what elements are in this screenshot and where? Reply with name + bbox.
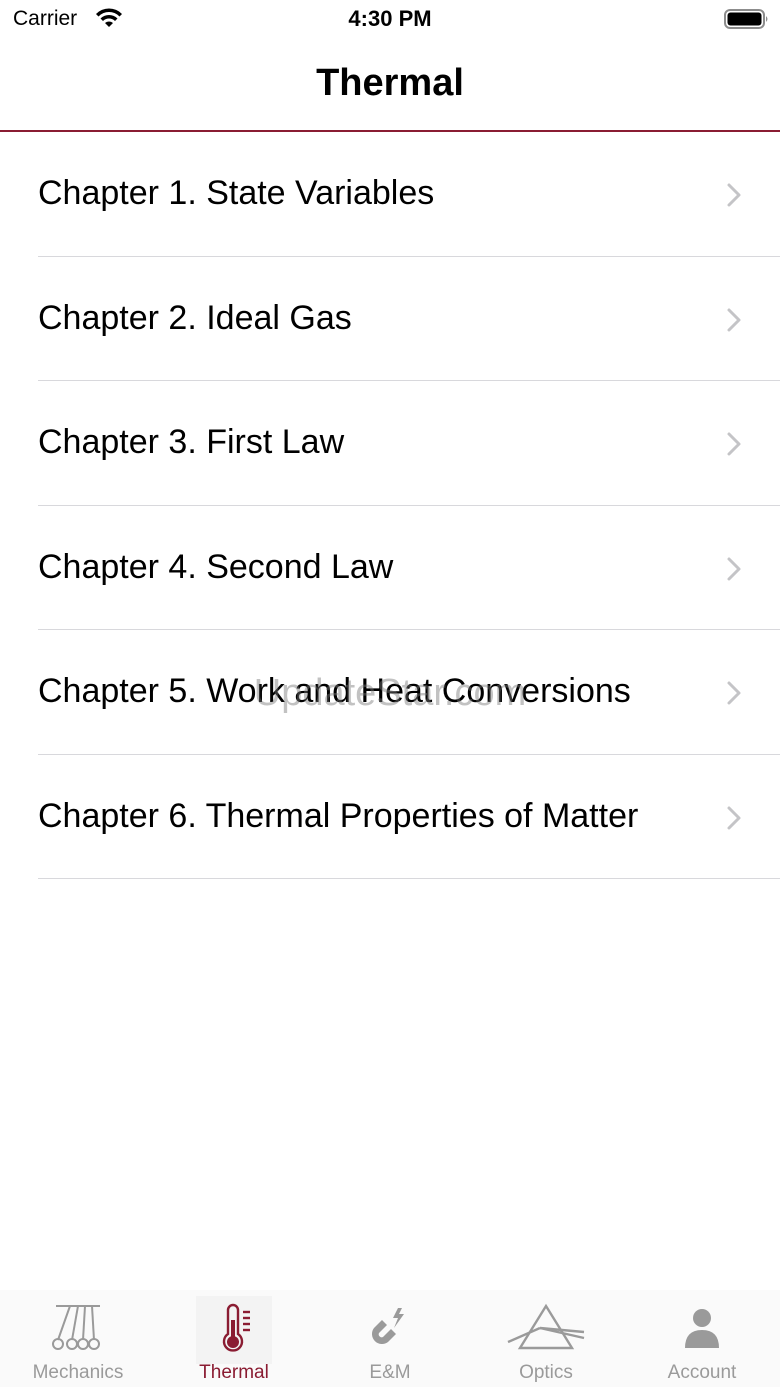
tab-bar: Mechanics Thermal E&M Optics Account xyxy=(0,1290,780,1387)
chevron-right-icon xyxy=(727,183,741,207)
tab-label: Thermal xyxy=(199,1362,269,1383)
chapter-row-3[interactable]: Chapter 3. First Law xyxy=(0,381,780,506)
person-icon xyxy=(685,1309,719,1348)
page-title: Thermal xyxy=(316,62,464,104)
chapter-label: Chapter 5. Work and Heat Conversions xyxy=(38,672,631,710)
tab-label: Account xyxy=(667,1362,737,1383)
tab-account[interactable]: Account xyxy=(624,1290,780,1387)
chapter-row-5[interactable]: Chapter 5. Work and Heat Conversions xyxy=(0,630,780,755)
chevron-right-icon xyxy=(727,432,741,456)
navigation-bar: Thermal xyxy=(0,40,780,132)
tab-label: Mechanics xyxy=(32,1362,124,1383)
chapter-label: Chapter 3. First Law xyxy=(38,423,345,461)
row-divider xyxy=(38,878,780,879)
chapter-label: Chapter 4. Second Law xyxy=(38,547,394,586)
prism-icon xyxy=(507,1303,585,1350)
chapter-label: Chapter 1. State Variables xyxy=(38,174,435,212)
thermometer-icon xyxy=(222,1303,250,1352)
status-bar: Carrier 4:30 PM xyxy=(0,0,780,40)
status-time: 4:30 PM xyxy=(348,6,432,31)
chevron-right-icon xyxy=(727,806,741,829)
tab-label: Optics xyxy=(519,1362,573,1383)
magnet-icon xyxy=(372,1308,404,1344)
chapter-label: Chapter 2. Ideal Gas xyxy=(38,298,352,337)
chapter-row-1[interactable]: Chapter 1. State Variables xyxy=(0,132,780,257)
chevron-right-icon xyxy=(727,557,741,580)
chapter-row-2[interactable]: Chapter 2. Ideal Gas xyxy=(0,257,780,381)
chevron-right-icon xyxy=(727,681,741,705)
chapter-label: Chapter 6. Thermal Properties of Matter xyxy=(38,796,639,835)
chapter-list: Chapter 1. State Variables Chapter 2. Id… xyxy=(0,132,780,879)
tab-em[interactable]: E&M xyxy=(312,1290,468,1387)
tab-optics[interactable]: Optics xyxy=(468,1290,624,1387)
chevron-right-icon xyxy=(727,308,741,331)
pendulum-icon xyxy=(52,1305,100,1350)
tab-thermal[interactable]: Thermal xyxy=(156,1290,312,1387)
battery-icon xyxy=(724,9,768,29)
tab-label: E&M xyxy=(369,1362,411,1383)
chapter-row-4[interactable]: Chapter 4. Second Law xyxy=(0,506,780,630)
tab-mechanics[interactable]: Mechanics xyxy=(0,1290,156,1387)
chapter-row-6[interactable]: Chapter 6. Thermal Properties of Matter xyxy=(0,755,780,879)
